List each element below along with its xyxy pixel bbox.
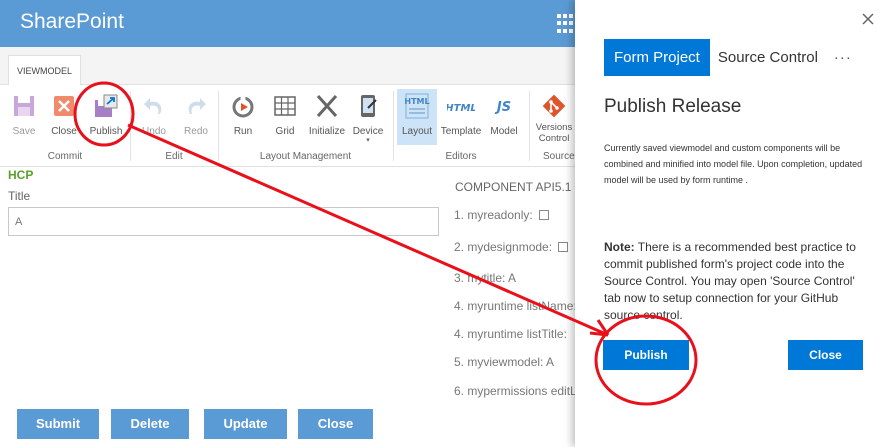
redo-label: Redo [184,126,208,137]
svg-text:JS: JS [494,100,511,115]
publish-button[interactable]: Publish [603,340,689,370]
title-input[interactable]: A [8,207,439,236]
layout-label: Layout [401,126,433,137]
component-item: 3. mytitle: A [454,271,517,285]
close-label: Close [51,126,77,137]
model-label: Model [490,126,518,137]
layout-button[interactable]: HTML Layout [397,89,437,145]
run-button[interactable]: Run [223,89,263,145]
component-item: 2. mydesignmode: [454,240,569,254]
undo-button[interactable]: Undo [134,89,174,145]
submit-button[interactable]: Submit [17,409,99,439]
publish-label: Publish [89,126,123,137]
ribbon: Save Close Publish Undo Redo Run Grid In… [0,85,575,167]
publish-panel: Form Project Source Control ··· Publish … [575,0,893,447]
run-label: Run [233,126,253,137]
undo-icon [144,98,162,114]
save-label: Save [12,126,36,137]
component-item-text: 2. mydesignmode: [454,240,553,254]
more-tabs-icon[interactable]: ··· [826,39,860,76]
panel-note: Note: There is a recommended best practi… [604,239,866,324]
initialize-icon [316,94,338,118]
redo-button[interactable]: Redo [176,89,216,145]
component-item: 6. mypermissions editL [454,384,577,398]
template-label: Template [440,126,482,137]
device-label: Device [352,126,384,137]
group-label-editors: Editors [445,151,477,162]
panel-description: Currently saved viewmodel and custom com… [604,143,863,185]
git-icon [542,94,566,118]
panel-close-button[interactable]: Close [788,340,863,370]
js-model-icon: JS [494,100,511,115]
svg-text:HTML: HTML [404,97,429,106]
ribbon-tab-row: VIEWMODEL [0,47,575,86]
device-icon [361,95,377,117]
initialize-button[interactable]: Initialize [306,89,348,145]
panel-heading: Publish Release [604,96,742,117]
group-label-commit: Commit [47,151,83,162]
note-text: There is a recommended best practice to … [604,240,856,322]
redo-icon [188,98,206,114]
html-template-icon: HTML [447,103,475,114]
control-label: Control [538,133,570,144]
group-separator [529,91,530,161]
group-label-edit: Edit [165,151,183,162]
panel-tabs: Form Project Source Control ··· [604,39,860,76]
chevron-down-icon: ▾ [366,137,370,144]
app-title[interactable]: SharePoint [20,10,124,34]
component-item: 4. myruntime listName: [454,299,577,313]
mydesignmode-checkbox[interactable] [558,242,569,252]
note-label: Note: [604,240,635,254]
grid-button[interactable]: Grid [265,89,305,145]
section-title: HCP [8,168,34,182]
grid-label: Grid [275,126,295,137]
component-item-text: 1. myreadonly: [454,208,533,222]
myreadonly-checkbox[interactable] [538,210,549,220]
save-icon [14,96,34,116]
form-close-button[interactable]: Close [298,409,373,439]
app-root: SharePoint VIEWMODEL Save Close Publish … [0,0,893,447]
app-launcher-icon[interactable] [557,14,577,34]
svg-text:HTML: HTML [447,103,475,114]
tab-source-control[interactable]: Source Control [710,39,826,76]
component-item: 1. myreadonly: [454,208,549,222]
component-header: COMPONENT API5.1 [455,180,572,194]
grid-icon [274,96,296,116]
delete-button[interactable]: Delete [111,409,189,439]
tab-viewmodel[interactable]: VIEWMODEL [8,55,82,86]
tab-form-project[interactable]: Form Project [604,39,710,76]
group-label-layout-management: Layout Management [259,151,352,162]
publish-ribbon-button[interactable]: Publish [86,89,126,145]
close-icon[interactable] [861,12,875,26]
html-layout-icon: HTML [404,93,430,119]
close-ribbon-button[interactable]: Close [44,89,84,145]
device-button[interactable]: Device ▾ [348,89,388,145]
model-button[interactable]: JS Model [484,89,524,145]
component-item: 4. myruntime listTitle: [454,327,567,341]
versions-control-button[interactable]: Versions Control [533,89,575,145]
close-icon [54,96,74,116]
template-button[interactable]: HTML Template [439,89,483,145]
save-button[interactable]: Save [4,89,44,145]
run-icon [232,96,254,118]
component-item: 5. myviewmodel: A [454,355,555,369]
update-button[interactable]: Update [204,409,287,439]
undo-label: Undo [142,126,166,137]
title-label: Title [8,189,31,203]
versions-label: Versions [535,122,573,133]
initialize-label: Initialize [308,126,346,137]
publish-icon [95,94,118,117]
